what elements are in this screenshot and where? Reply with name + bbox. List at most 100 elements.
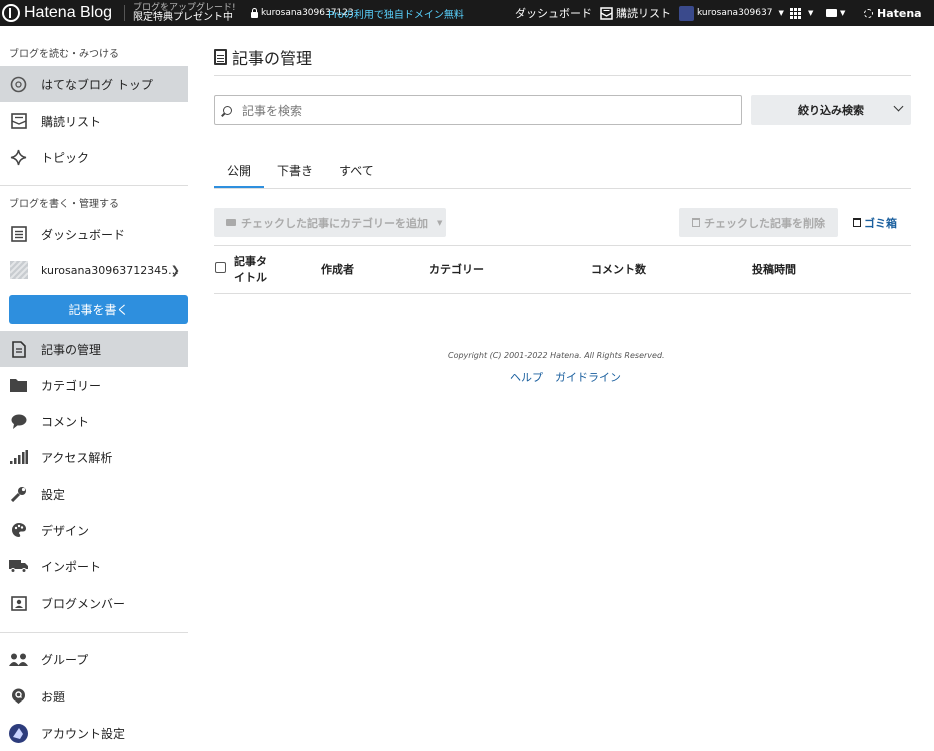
sidebar-item-label: デザイン (41, 523, 90, 538)
sidebar-item-top[interactable]: はてなブログ トップ (0, 66, 188, 102)
sidebar-item-design[interactable]: デザイン (0, 512, 188, 548)
filter-label: 絞り込み検索 (798, 104, 864, 117)
sidebar-item-label: 記事の管理 (41, 342, 102, 357)
sidebar-divider (0, 185, 188, 186)
document-icon (9, 340, 28, 359)
sidebar-item-comment[interactable]: コメント (0, 403, 188, 439)
hatena-blog-logo-icon (2, 4, 20, 22)
blog-thumbnail-icon (9, 261, 28, 280)
sidebar-item-access[interactable]: アクセス解析 (0, 439, 188, 475)
sidebar-item-label: アクセス解析 (41, 450, 113, 465)
column-header-author: 作成者 (321, 263, 354, 276)
global-header: Hatena Blog ブログをアップグレード! 限定特典プレゼント中 kuro… (0, 0, 934, 26)
write-article-button[interactable]: 記事を書く (9, 295, 188, 324)
sidebar-item-import[interactable]: インポート (0, 548, 188, 584)
odai-icon (9, 687, 28, 706)
pro-promo-link[interactable]: Proの利用で独自ドメイン無料 (328, 0, 464, 26)
services-menu[interactable]: ▼ (790, 0, 813, 26)
trash-icon (853, 218, 861, 227)
hatena-link[interactable]: Hatena (864, 0, 922, 26)
sidebar-item-label: ダッシュボード (41, 227, 126, 242)
add-category-button[interactable]: チェックした記事にカテゴリーを追加 ▼ (214, 208, 446, 237)
table-header-top-border (214, 245, 911, 246)
search-input[interactable]: 記事を検索 (214, 95, 742, 125)
sidebar-item-reading[interactable]: 購読リスト (0, 103, 188, 139)
sidebar-item-settings[interactable]: 設定 (0, 476, 188, 512)
column-header-posted: 投稿時間 (752, 263, 796, 276)
dashboard-icon (9, 225, 28, 244)
sidebar-item-label: カテゴリー (41, 378, 102, 393)
sidebar-item-label: 設定 (41, 487, 66, 502)
guideline-link[interactable]: ガイドライン (555, 369, 621, 385)
sidebar-item-label: はてなブログ トップ (41, 77, 153, 92)
lock-icon (251, 7, 258, 18)
notifications-menu[interactable]: ▼ (826, 0, 845, 26)
dashboard-link[interactable]: ダッシュボード (515, 0, 592, 26)
upgrade-line2: 限定特典プレゼント中 (133, 12, 233, 23)
filter-search-button[interactable]: 絞り込み検索 (751, 95, 911, 125)
section-write-label: ブログを書く・管理する (9, 199, 119, 210)
comment-icon (9, 412, 28, 431)
section-read-label: ブログを読む・みつける (9, 49, 119, 60)
footer-links: ヘルプ ガイドライン (510, 369, 621, 385)
page-title: 記事の管理 (214, 45, 312, 69)
search-placeholder: 記事を検索 (242, 103, 303, 118)
sidebar-item-label: アカウント設定 (41, 726, 126, 741)
sidebar-item-topics[interactable]: トピック (0, 139, 188, 175)
sidebar-item-label: ブログメンバー (41, 596, 126, 611)
column-header-comments: コメント数 (591, 263, 646, 276)
truck-icon (9, 557, 28, 576)
hatena-blog-logo[interactable]: Hatena Blog (2, 0, 112, 26)
copyright: Copyright (C) 2001-2022 Hatena. All Righ… (448, 351, 665, 360)
sidebar-item-category[interactable]: カテゴリー (0, 367, 188, 403)
sidebar-item-label: 購読リスト (41, 114, 102, 129)
tab-all[interactable]: すべて (326, 162, 387, 188)
group-icon (9, 650, 28, 669)
select-all-checkbox[interactable] (215, 262, 226, 273)
wrench-icon (9, 485, 28, 504)
speech-bubble-icon (826, 9, 837, 17)
sidebar-item-label: トピック (41, 150, 90, 165)
reading-list-label: 購読リスト (616, 7, 671, 20)
sidebar-item-account[interactable]: アカウント設定 (0, 715, 188, 751)
grid-icon (790, 7, 793, 11)
document-icon (214, 49, 227, 65)
sidebar-item-members[interactable]: ブログメンバー (0, 585, 188, 621)
username: kurosana309637 (697, 8, 773, 18)
title-divider (214, 75, 911, 76)
reading-list-link[interactable]: 購読リスト (600, 0, 671, 26)
sidebar-item-label: インポート (41, 559, 102, 574)
sidebar-item-manage[interactable]: 記事の管理 (0, 331, 188, 367)
add-category-label: チェックした記事にカテゴリーを追加 (241, 216, 428, 230)
member-card-icon (9, 594, 28, 613)
sidebar-item-dashboard[interactable]: ダッシュボード (0, 216, 188, 252)
folder-icon (9, 376, 28, 395)
compass-icon (9, 75, 28, 94)
user-menu[interactable]: kurosana309637 ▼ (679, 0, 784, 26)
logo-text: Hatena Blog (24, 4, 113, 21)
sidebar: ブログを読む・みつける はてなブログ トップ 購読リスト トピック ブログを書く… (0, 26, 188, 748)
sidebar-item-blog[interactable]: kurosana30963712345... ❯ (0, 252, 188, 288)
header-divider (124, 5, 125, 21)
signal-bars-icon (9, 448, 28, 467)
sidebar-item-group[interactable]: グループ (0, 641, 188, 677)
column-header-category: カテゴリー (429, 263, 484, 276)
trash-link[interactable]: ゴミ箱 (853, 208, 897, 237)
reading-list-icon (600, 6, 613, 20)
sidebar-item-odai[interactable]: お題 (0, 678, 188, 714)
delete-checked-button[interactable]: チェックした記事を削除 (679, 208, 838, 237)
chevron-down-icon: ▼ (808, 9, 814, 17)
help-link[interactable]: ヘルプ (510, 369, 543, 385)
sidebar-item-label: コメント (41, 414, 90, 429)
account-avatar-icon (9, 723, 28, 743)
sidebar-item-label: グループ (41, 652, 89, 667)
sidebar-item-label: kurosana30963712345... (41, 263, 179, 277)
page-title-text: 記事の管理 (232, 49, 313, 68)
table-header-bottom-border (214, 293, 911, 294)
upgrade-link[interactable]: ブログをアップグレード! 限定特典プレゼント中 (133, 0, 236, 26)
tab-published[interactable]: 公開 (214, 162, 265, 188)
delete-checked-label: チェックした記事を削除 (704, 216, 825, 230)
hatena-icon (864, 8, 873, 18)
folder-icon (226, 219, 236, 226)
tab-drafts[interactable]: 下書き (264, 162, 326, 188)
